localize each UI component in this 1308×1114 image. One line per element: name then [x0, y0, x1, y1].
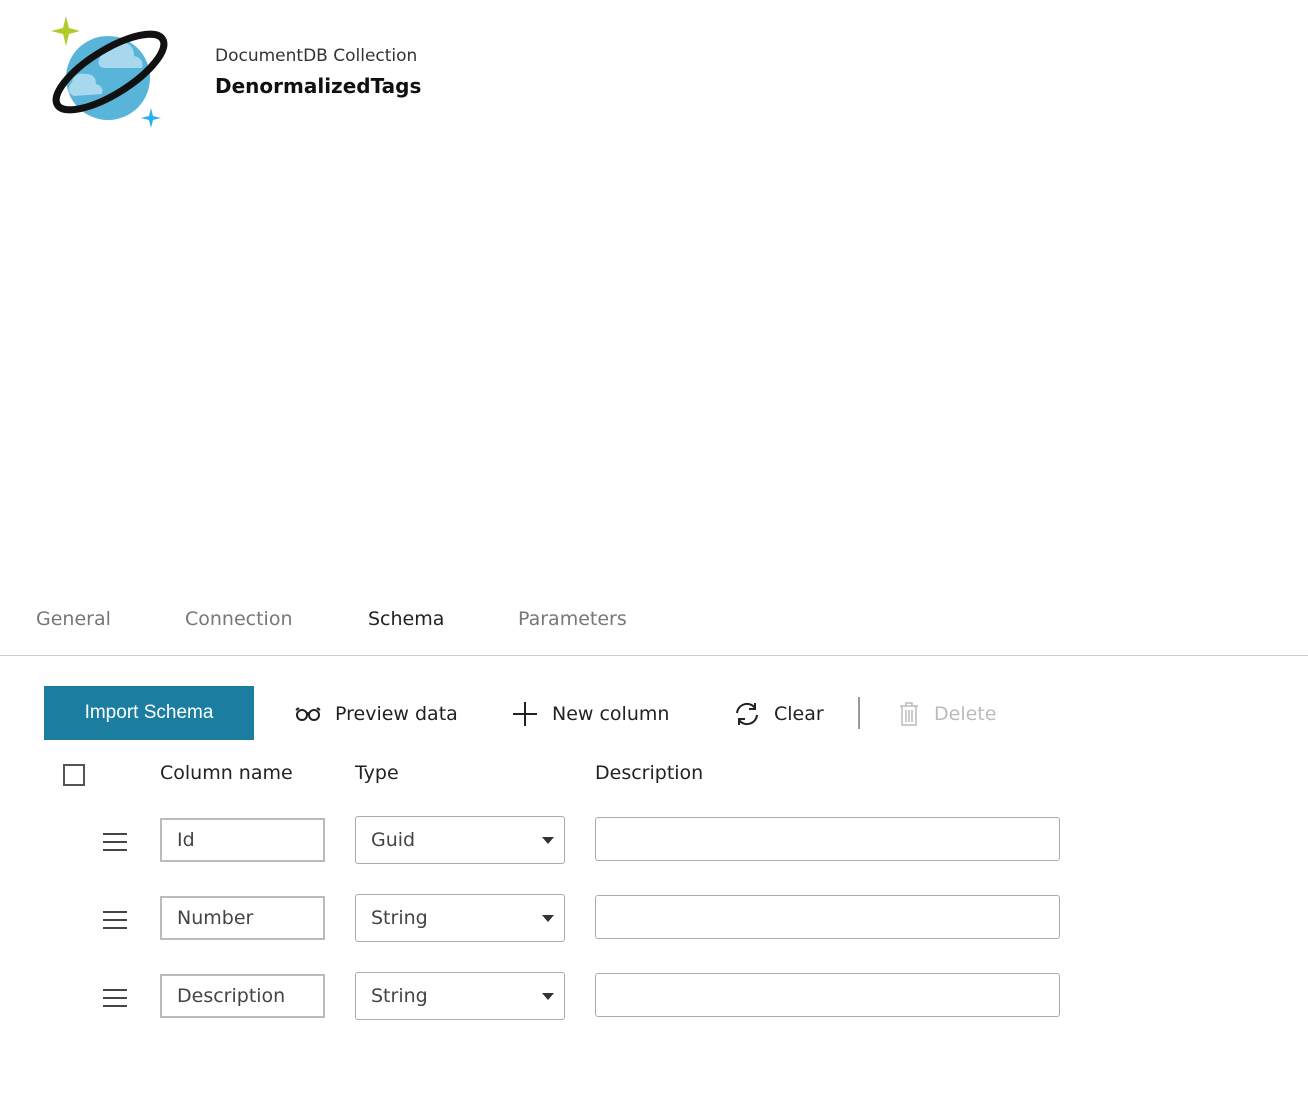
select-all-checkbox[interactable]: [63, 764, 85, 786]
object-type-label: DocumentDB Collection: [215, 46, 418, 66]
clear-button[interactable]: Clear: [734, 700, 824, 728]
type-dropdown[interactable]: String: [355, 894, 565, 942]
new-column-button[interactable]: New column: [512, 700, 669, 728]
drag-handle-icon[interactable]: [103, 833, 127, 857]
column-name-input[interactable]: Description: [160, 974, 325, 1018]
refresh-icon: [736, 702, 758, 726]
type-dropdown[interactable]: Guid: [355, 816, 565, 864]
cosmos-db-logo-icon: [51, 16, 168, 128]
new-column-label: New column: [552, 703, 670, 725]
import-schema-button[interactable]: Import Schema: [44, 686, 254, 740]
type-value: String: [371, 985, 428, 1007]
chevron-down-icon: [542, 915, 554, 922]
description-input[interactable]: [595, 817, 1060, 861]
plus-icon: [513, 702, 537, 726]
type-header: Type: [355, 762, 399, 784]
delete-label: Delete: [934, 703, 997, 725]
description-header: Description: [595, 762, 704, 784]
tab-divider: [0, 655, 1308, 656]
tab-general[interactable]: General: [36, 608, 111, 630]
preview-data-label: Preview data: [335, 703, 458, 725]
description-input[interactable]: [595, 895, 1060, 939]
type-value: Guid: [371, 829, 416, 851]
column-name-header: Column name: [160, 762, 293, 784]
column-name-input[interactable]: Number: [160, 896, 325, 940]
preview-data-button[interactable]: Preview data: [295, 700, 458, 728]
delete-button[interactable]: Delete: [898, 700, 996, 728]
chevron-down-icon: [542, 993, 554, 1000]
dataset-title: DenormalizedTags: [215, 74, 422, 98]
trash-icon: [900, 702, 918, 726]
clear-label: Clear: [774, 703, 824, 725]
tab-connection[interactable]: Connection: [185, 608, 293, 630]
glasses-icon: [295, 707, 321, 721]
column-name-input[interactable]: Id: [160, 818, 325, 862]
chevron-down-icon: [542, 837, 554, 844]
type-dropdown[interactable]: String: [355, 972, 565, 1020]
drag-handle-icon[interactable]: [103, 911, 127, 935]
toolbar-separator: [858, 697, 860, 729]
tab-schema[interactable]: Schema: [368, 608, 444, 630]
tab-parameters[interactable]: Parameters: [518, 608, 627, 630]
type-value: String: [371, 907, 428, 929]
description-input[interactable]: [595, 973, 1060, 1017]
drag-handle-icon[interactable]: [103, 989, 127, 1013]
